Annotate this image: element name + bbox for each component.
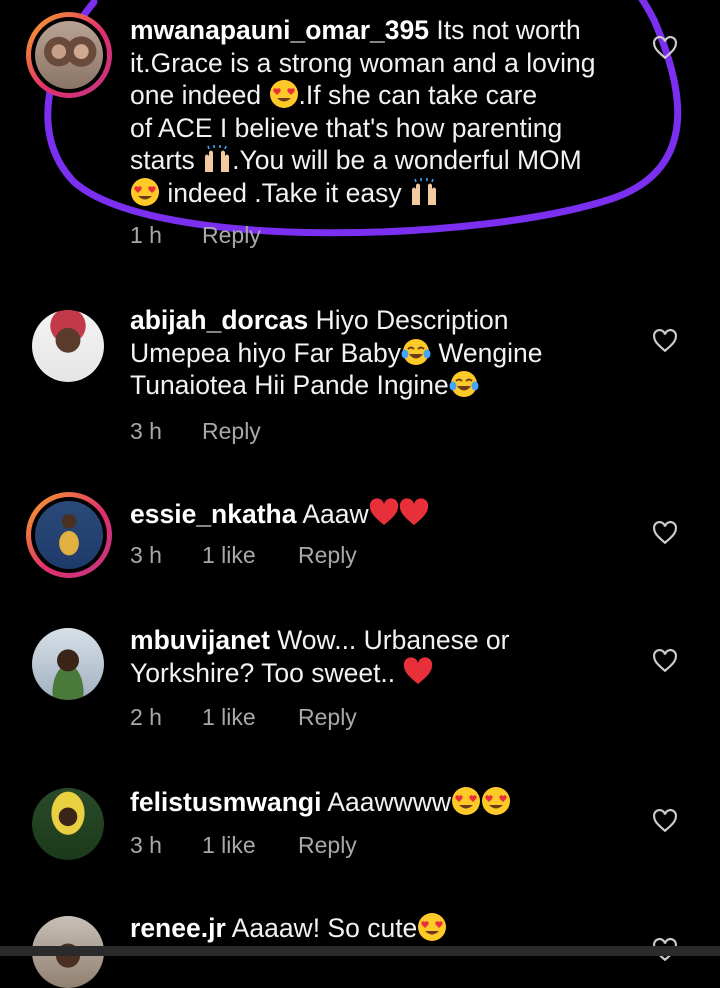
heart-eyes-emoji [452,787,481,815]
tears-of-joy-emoji [401,338,431,365]
avatar[interactable] [32,310,104,382]
comment-text-segment: Aaaw [302,499,369,529]
comment-meta: 3 h Reply [130,418,261,445]
username-link[interactable]: mwanapauni_omar_395 [130,15,429,45]
comment-line: felistusmwangi Aaawwww [130,786,650,819]
heart-outline-icon[interactable] [652,36,678,60]
comment-line: it.Grace is a strong woman and a loving [130,47,650,80]
comment-line: essie_nkatha Aaaw [130,498,650,531]
comment-time: 3 h [130,418,162,444]
heart-eyes-emoji [482,787,511,815]
comment-text-segment: Aaawwww [327,787,452,817]
avatar[interactable] [26,492,112,578]
comment-text: mbuvijanet Wow... Urbanese or Yorkshire? … [130,624,650,689]
comment-text-segment: .You will be a wonderful MOM [232,145,582,175]
comment-line: Yorkshire? Too sweet.. [130,656,650,690]
heart-eyes-emoji [269,80,298,108]
comment-text: felistusmwangi Aaawwww [130,786,650,819]
comment-text: essie_nkatha Aaaw [130,498,650,531]
likes-count[interactable]: 1 like [202,832,298,859]
comment-meta: 3 h 1 like Reply [130,832,357,859]
reply-button[interactable]: Reply [298,542,357,569]
bottom-nav-edge [0,946,720,956]
comment-line: Umepea hiyo Far Baby Wengine [130,337,650,370]
raising-hands-emoji [411,177,436,205]
heart-outline-icon[interactable] [652,809,678,833]
likes-count[interactable]: 1 like [202,704,298,731]
reply-button[interactable]: Reply [298,704,357,731]
comment-text: abijah_dorcas Hiyo Description Umepea hiy… [130,304,650,402]
comment-text-segment: Umepea hiyo Far Baby [130,337,402,368]
reply-button[interactable]: Reply [298,832,357,859]
comment-line: mbuvijanet Wow... Urbanese or [130,624,650,657]
comment-meta: 1 h Reply [130,222,261,249]
likes-count[interactable]: 1 like [202,542,298,569]
comment-line: starts .You will be a wonderful MOM [130,144,650,177]
comment-line: of ACE I believe that's how parenting [130,112,650,145]
comment-line: mwanapauni_omar_395 Its not worth [130,14,650,47]
comment-time: 3 h [130,832,162,858]
tears-of-joy-emoji [449,371,479,397]
comment-line: Tunaiotea Hii Pande Ingine [130,369,650,402]
comment-text-segment: .If she can take care [298,80,538,110]
reply-button[interactable]: Reply [202,418,261,445]
comment-time: 1 h [130,222,162,248]
comment-text-segment: Its not worth [436,15,581,45]
comment-text: renee.jr Aaaaw! So cute [130,912,650,945]
comment-text-segment: starts [130,145,203,175]
red-heart-emoji [399,498,428,525]
comment-line: indeed .Take it easy [130,177,650,210]
comment-line: one indeed .If she can take care [130,79,650,112]
comment-line: abijah_dorcas Hiyo Description [130,304,650,337]
red-heart-emoji [369,498,398,525]
comment-text-segment: it.Grace is a strong woman and a loving [130,47,596,78]
comment-text-segment: of ACE I believe that's how parenting [130,112,563,143]
reply-button[interactable]: Reply [202,222,261,249]
comment-time: 3 h [130,542,162,568]
comment-text: mwanapauni_omar_395 Its not worth it.Grac… [130,14,650,209]
username-link[interactable]: mbuvijanet [130,625,270,655]
heart-eyes-emoji [131,177,159,206]
comment-text-segment: indeed .Take it easy [160,177,409,208]
username-link[interactable]: felistusmwangi [130,787,321,817]
avatar-photo [35,501,103,569]
username-link[interactable]: essie_nkatha [130,499,296,529]
raising-hands-emoji [205,145,230,172]
comment-meta: 3 h 1 like Reply [130,542,357,569]
comment-text-segment: Tunaiotea Hii Pande Ingine [130,370,449,400]
comment-text-segment: Yorkshire? Too sweet.. [130,657,403,688]
heart-eyes-emoji [418,913,447,941]
red-heart-emoji [403,656,432,684]
heart-outline-icon[interactable] [652,521,678,545]
comment-text-segment: Aaaaw! So cute [231,913,418,943]
heart-outline-icon[interactable] [652,329,678,353]
comment-text-segment: Wengine [431,337,543,368]
avatar[interactable] [32,628,104,700]
username-link[interactable]: abijah_dorcas [130,305,308,335]
heart-outline-icon[interactable] [652,649,678,673]
comment-text-segment: Wow... Urbanese or [277,625,510,655]
username-link[interactable]: renee.jr [130,913,226,943]
comment-text-segment: one indeed [130,80,269,110]
avatar-photo [35,21,103,89]
comment-meta: 2 h 1 like Reply [130,704,357,731]
avatar[interactable] [32,788,104,860]
avatar[interactable] [26,12,112,98]
comment-text-segment: Hiyo Description [315,305,509,335]
comment-time: 2 h [130,704,162,730]
comment-line: renee.jr Aaaaw! So cute [130,912,650,945]
